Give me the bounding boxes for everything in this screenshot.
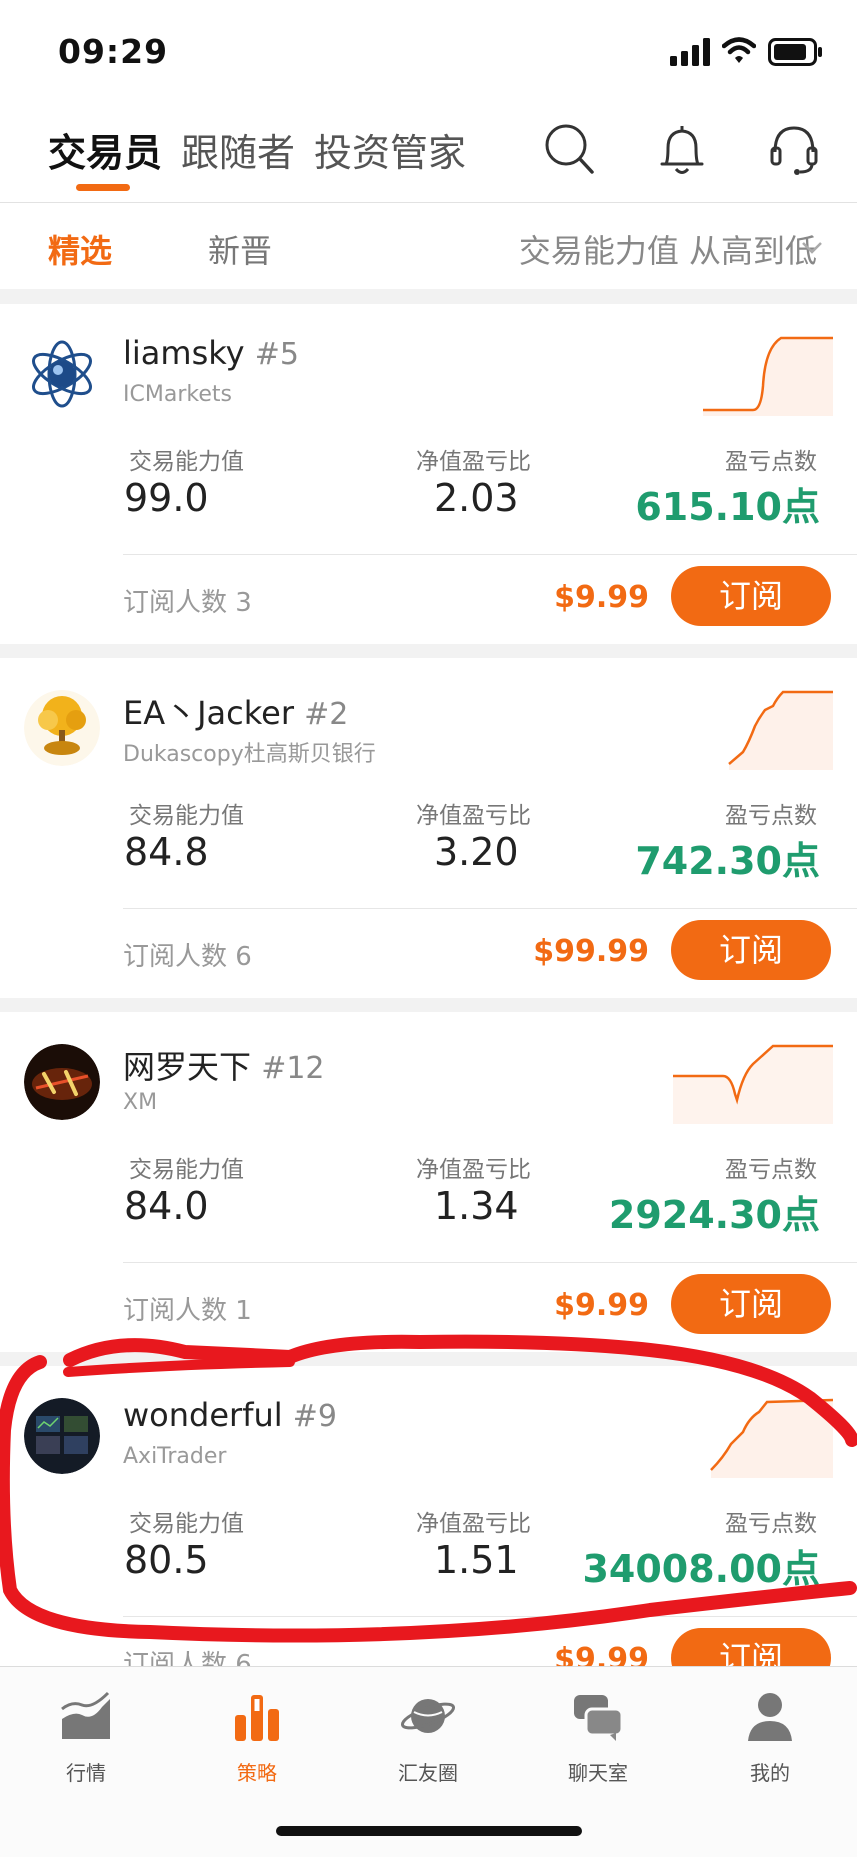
trader-broker: ICMarkets — [123, 382, 232, 407]
ability-label: 交易能力值 — [129, 449, 244, 475]
ratio-value: 1.34 — [434, 1184, 519, 1228]
nav-profile[interactable]: 我的 — [710, 1689, 830, 1786]
ratio-value: 2.03 — [434, 476, 519, 520]
subscribe-button[interactable]: 订阅 — [671, 920, 831, 980]
sort-label: 交易能力值 从高到低 — [518, 232, 817, 270]
top-nav: 交易员 跟随者 投资管家 — [0, 100, 857, 203]
points-value: 615.10点 — [635, 485, 820, 529]
nav-strategy[interactable]: 策略 — [197, 1689, 317, 1786]
tab-followers[interactable]: 跟随者 — [181, 122, 295, 177]
divider — [123, 554, 857, 555]
trader-avatar[interactable] — [24, 336, 100, 412]
tab-newcomers[interactable]: 新晋 — [208, 226, 272, 272]
performance-sparkline — [703, 336, 833, 416]
points-value: 2924.30点 — [608, 1193, 820, 1237]
divider — [123, 1262, 857, 1263]
nav-community-label: 汇友圈 — [398, 1761, 458, 1785]
performance-sparkline — [673, 1044, 833, 1124]
nav-profile-label: 我的 — [750, 1761, 790, 1785]
subscriber-count: 订阅人数 6 — [123, 942, 252, 972]
points-label: 盈亏点数 — [725, 1511, 817, 1537]
tab-featured[interactable]: 精选 — [48, 226, 112, 272]
trader-card[interactable]: wonderful #9 AxiTrader 交易能力值 净值盈亏比 盈亏点数 … — [0, 1366, 857, 1706]
subscriber-count: 订阅人数 3 — [123, 588, 252, 618]
ratio-label: 净值盈亏比 — [416, 803, 531, 829]
active-tab-indicator — [76, 184, 130, 191]
person-icon — [748, 1693, 792, 1741]
ratio-label: 净值盈亏比 — [416, 1511, 531, 1537]
points-label: 盈亏点数 — [725, 1157, 817, 1183]
sort-dropdown[interactable]: 交易能力值 从高到低 — [519, 226, 817, 272]
home-indicator[interactable] — [276, 1826, 582, 1836]
trader-rank: #2 — [304, 697, 349, 732]
subscribe-button[interactable]: 订阅 — [671, 566, 831, 626]
trader-broker: Dukascopy杜高斯贝银行 — [123, 742, 376, 767]
trader-broker: AxiTrader — [123, 1444, 227, 1469]
points-value: 34008.00点 — [582, 1547, 820, 1591]
trader-name[interactable]: EA丶Jacker #2 — [123, 688, 348, 734]
bell-icon[interactable] — [654, 120, 710, 178]
trader-name[interactable]: 网罗天下 #12 — [123, 1042, 325, 1088]
subscription-price: $9.99 — [554, 580, 649, 615]
chevron-down-icon[interactable] — [801, 241, 823, 255]
nav-community[interactable]: 汇友圈 — [368, 1689, 488, 1786]
trader-card[interactable]: EA丶Jacker #2 Dukascopy杜高斯贝银行 交易能力值 净值盈亏比… — [0, 658, 857, 998]
subscriber-count: 订阅人数 1 — [123, 1296, 252, 1326]
trader-broker: XM — [123, 1090, 158, 1115]
nav-strategy-label: 策略 — [237, 1761, 277, 1785]
status-time: 09:29 — [58, 32, 169, 71]
performance-sparkline — [710, 1398, 833, 1478]
battery-icon — [768, 38, 822, 66]
trader-avatar[interactable] — [24, 690, 100, 766]
trader-rank: #12 — [261, 1051, 325, 1086]
ability-value: 84.8 — [124, 830, 209, 874]
ability-value: 99.0 — [124, 476, 209, 520]
nav-market-label: 行情 — [66, 1761, 106, 1785]
divider — [123, 1616, 857, 1617]
trader-card[interactable]: liamsky #5 ICMarkets 交易能力值 净值盈亏比 盈亏点数 99… — [0, 304, 857, 644]
cellular-signal-icon — [670, 38, 710, 66]
subscribe-button[interactable]: 订阅 — [671, 1274, 831, 1334]
trader-avatar[interactable] — [24, 1044, 100, 1120]
trader-rank: #9 — [292, 1399, 338, 1434]
chat-icon — [574, 1695, 624, 1741]
ratio-label: 净值盈亏比 — [416, 1157, 531, 1183]
ability-label: 交易能力值 — [129, 1157, 244, 1183]
tab-investment-manager[interactable]: 投资管家 — [314, 122, 466, 177]
ability-value: 80.5 — [124, 1538, 209, 1582]
planet-icon — [400, 1699, 456, 1733]
nav-chatroom[interactable]: 聊天室 — [538, 1689, 658, 1786]
points-label: 盈亏点数 — [725, 803, 817, 829]
sub-nav: 精选 新晋 交易能力值 从高到低 — [0, 203, 857, 289]
ratio-value: 1.51 — [434, 1538, 519, 1582]
ratio-value: 3.20 — [434, 830, 519, 874]
points-value: 742.30点 — [635, 839, 820, 883]
search-icon[interactable] — [542, 120, 598, 178]
points-label: 盈亏点数 — [725, 449, 817, 475]
trader-name[interactable]: liamsky #5 — [123, 334, 299, 372]
trader-name[interactable]: wonderful #9 — [123, 1396, 337, 1434]
ability-value: 84.0 — [124, 1184, 209, 1228]
trader-avatar[interactable] — [24, 1398, 100, 1474]
trader-rank: #5 — [254, 337, 299, 372]
chart-icon — [61, 1691, 110, 1739]
subscription-price: $99.99 — [533, 934, 649, 969]
headset-icon[interactable] — [766, 120, 822, 178]
strategy-bars-icon — [235, 1695, 279, 1741]
trader-card[interactable]: 网罗天下 #12 XM 交易能力值 净值盈亏比 盈亏点数 84.0 1.34 2… — [0, 1012, 857, 1352]
performance-sparkline — [728, 690, 833, 770]
subscription-price: $9.99 — [554, 1288, 649, 1323]
divider — [123, 908, 857, 909]
ability-label: 交易能力值 — [129, 1511, 244, 1537]
wifi-icon — [722, 37, 756, 63]
ratio-label: 净值盈亏比 — [416, 449, 531, 475]
tab-traders[interactable]: 交易员 — [48, 122, 162, 177]
ability-label: 交易能力值 — [129, 803, 244, 829]
status-bar: 09:29 — [0, 0, 857, 100]
nav-market[interactable]: 行情 — [26, 1689, 146, 1786]
nav-chatroom-label: 聊天室 — [568, 1761, 628, 1785]
